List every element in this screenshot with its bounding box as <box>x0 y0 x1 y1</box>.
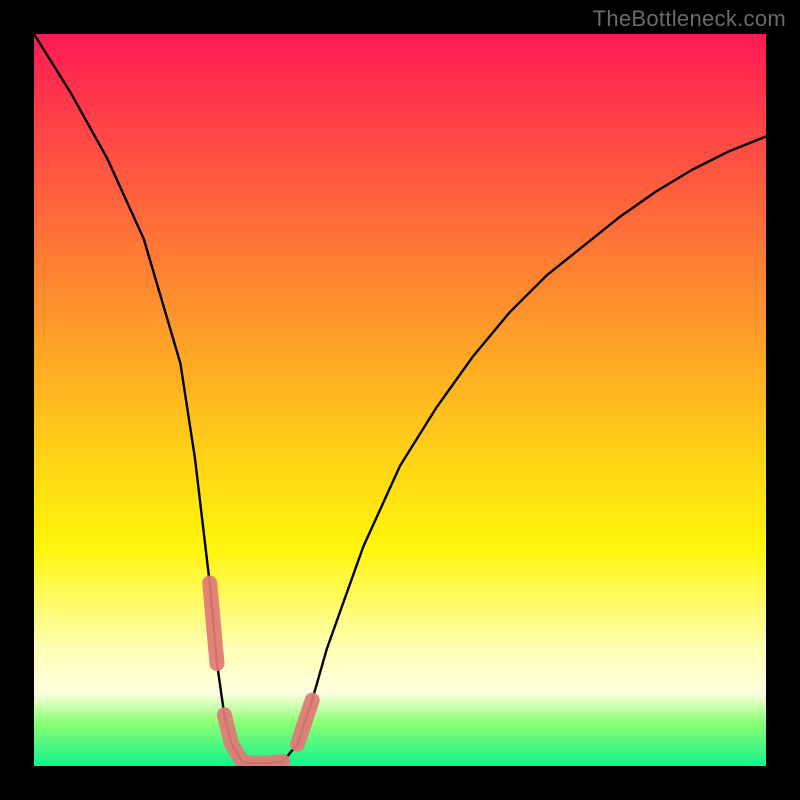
highlight-markers <box>210 583 313 763</box>
chart-frame: TheBottleneck.com <box>0 0 800 800</box>
chart-svg <box>34 34 766 766</box>
watermark-text: TheBottleneck.com <box>593 6 786 32</box>
chart-plot-area <box>34 34 766 766</box>
bottleneck-curve <box>34 34 766 763</box>
